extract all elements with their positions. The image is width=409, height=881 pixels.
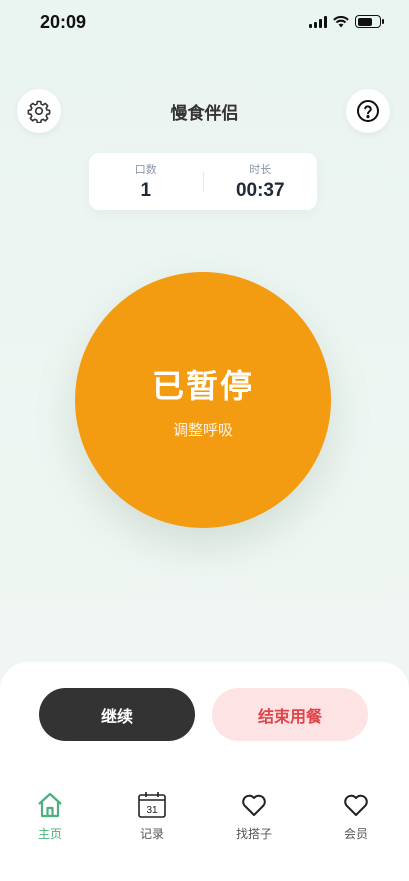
duration-label: 时长 — [249, 163, 272, 176]
continue-button[interactable]: 继续 — [39, 688, 195, 741]
breathing-hint: 调整呼吸 — [172, 420, 233, 439]
heart-icon — [242, 794, 266, 816]
bite-tracker-button[interactable]: 已暂停 调整呼吸 — [75, 272, 331, 528]
status-icons — [309, 15, 384, 28]
duration-value: 00:37 — [235, 180, 285, 201]
status-time: 20:09 — [40, 12, 87, 32]
calendar-day: 31 — [146, 805, 158, 816]
tab-membership-label: 会员 — [343, 827, 368, 841]
bites-label: 口数 — [134, 163, 157, 176]
heart-icon — [344, 794, 368, 816]
tab-find-buddy-label: 找搭子 — [235, 827, 272, 841]
question-icon — [357, 100, 379, 122]
battery-icon — [355, 15, 384, 28]
help-button[interactable] — [346, 89, 390, 133]
duration-stat: 时长 00:37 — [204, 161, 318, 202]
bites-stat: 口数 1 — [89, 161, 203, 202]
status-bar: 20:09 — [0, 0, 409, 46]
eating-status: 已暂停 — [151, 366, 254, 405]
tab-records-label: 记录 — [139, 827, 164, 841]
tab-records[interactable]: 31 记录 — [112, 790, 192, 842]
tab-home-label: 主页 — [37, 827, 62, 841]
stats-card: 口数 1 时长 00:37 — [89, 153, 317, 210]
wifi-icon — [333, 15, 349, 27]
bottom-panel: 继续 结束用餐 主页 31 记录 找搭子 会员 — [0, 662, 409, 881]
tab-find-buddy[interactable]: 找搭子 — [214, 790, 294, 842]
bites-value: 1 — [140, 180, 152, 201]
tab-bar: 主页 31 记录 找搭子 会员 — [0, 790, 409, 850]
end-meal-button[interactable]: 结束用餐 — [212, 688, 368, 741]
tab-membership[interactable]: 会员 — [316, 790, 396, 842]
tab-home[interactable]: 主页 — [10, 790, 90, 842]
signal-icon — [309, 15, 327, 28]
home-icon — [38, 792, 62, 818]
calendar-icon: 31 — [138, 792, 166, 818]
